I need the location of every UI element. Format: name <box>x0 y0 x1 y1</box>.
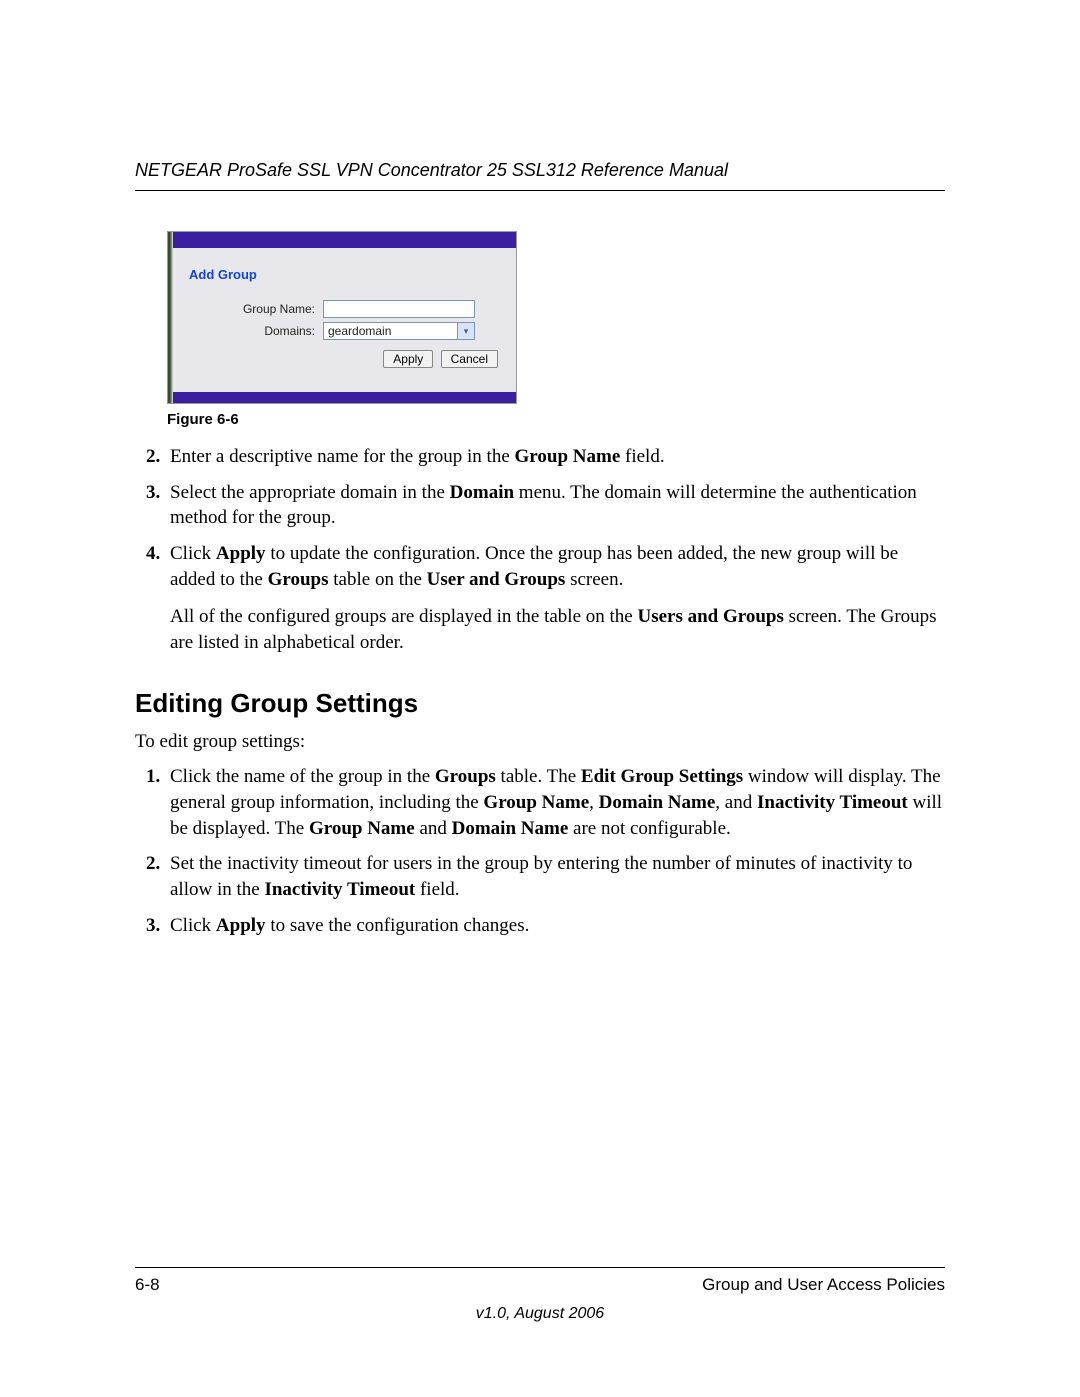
add-group-screenshot: Add Group Group Name: Domains: geardomai… <box>167 231 517 404</box>
group-name-input[interactable] <box>323 300 475 318</box>
shot-bottombar <box>173 392 516 403</box>
edit-step-1: Click the name of the group in the Group… <box>165 764 945 841</box>
step-4-t4: screen. <box>565 569 623 590</box>
chevron-down-icon: ▾ <box>457 323 474 339</box>
step-3-text-a: Select the appropriate domain in the <box>170 482 450 503</box>
step-3: Select the appropriate domain in the Dom… <box>165 480 945 531</box>
e1-b7: Domain Name <box>452 818 569 839</box>
e1-t1: Click the name of the group in the <box>170 766 435 787</box>
para-t1: All of the configured groups are display… <box>170 606 637 627</box>
step-2-text-b: field. <box>620 446 664 467</box>
steps-list-top: Enter a descriptive name for the group i… <box>135 444 945 592</box>
e2-b1: Inactivity Timeout <box>264 879 415 900</box>
step-4: Click Apply to update the configuration.… <box>165 541 945 592</box>
e1-b4: Domain Name <box>599 792 716 813</box>
step-4-b1: Apply <box>216 543 266 564</box>
paragraph-groups-display: All of the configured groups are display… <box>170 604 945 655</box>
footer-page-number: 6-8 <box>135 1274 160 1297</box>
e1-b5: Inactivity Timeout <box>757 792 908 813</box>
figure-caption: Figure 6-6 <box>167 410 945 430</box>
domains-selected-value: geardomain <box>324 323 457 339</box>
e1-t5: , and <box>715 792 757 813</box>
step-4-t1: Click <box>170 543 216 564</box>
e1-t2: table. The <box>496 766 581 787</box>
e3-b1: Apply <box>216 915 266 936</box>
section-intro: To edit group settings: <box>135 729 945 755</box>
group-name-row: Group Name: <box>187 300 502 318</box>
step-2-text-a: Enter a descriptive name for the group i… <box>170 446 515 467</box>
header-rule <box>135 190 945 191</box>
panel-title: Add Group <box>189 266 502 284</box>
cancel-button[interactable]: Cancel <box>441 350 498 368</box>
section-heading: Editing Group Settings <box>135 686 945 721</box>
step-3-bold-domain: Domain <box>450 482 514 503</box>
shot-titlebar <box>173 232 516 248</box>
step-2: Enter a descriptive name for the group i… <box>165 444 945 470</box>
e1-t4: , <box>589 792 599 813</box>
edit-step-3: Click Apply to save the configuration ch… <box>165 913 945 939</box>
steps-list-bottom: Click the name of the group in the Group… <box>135 764 945 938</box>
page-footer: 6-8 Group and User Access Policies v1.0,… <box>135 1267 945 1325</box>
footer-version: v1.0, August 2006 <box>135 1303 945 1325</box>
step-2-bold-group-name: Group Name <box>515 446 621 467</box>
e1-b3: Group Name <box>483 792 589 813</box>
footer-rule <box>135 1267 945 1268</box>
domains-select[interactable]: geardomain ▾ <box>323 322 475 340</box>
e1-b2: Edit Group Settings <box>581 766 743 787</box>
e3-t2: to save the configuration changes. <box>266 915 530 936</box>
manual-header-title: NETGEAR ProSafe SSL VPN Concentrator 25 … <box>135 158 945 182</box>
footer-section-title: Group and User Access Policies <box>702 1274 945 1297</box>
domains-label: Domains: <box>187 323 323 339</box>
para-b1: Users and Groups <box>637 606 783 627</box>
group-name-label: Group Name: <box>187 301 323 317</box>
apply-button[interactable]: Apply <box>383 350 433 368</box>
e3-t1: Click <box>170 915 216 936</box>
domains-row: Domains: geardomain ▾ <box>187 322 502 340</box>
step-4-b3: User and Groups <box>427 569 566 590</box>
step-4-t3: table on the <box>329 569 427 590</box>
step-4-b2: Groups <box>268 569 329 590</box>
e1-t8: are not configurable. <box>568 818 730 839</box>
e1-b6: Group Name <box>309 818 415 839</box>
e2-t2: field. <box>415 879 459 900</box>
e1-b1: Groups <box>435 766 496 787</box>
edit-step-2: Set the inactivity timeout for users in … <box>165 851 945 902</box>
e1-t7: and <box>415 818 452 839</box>
